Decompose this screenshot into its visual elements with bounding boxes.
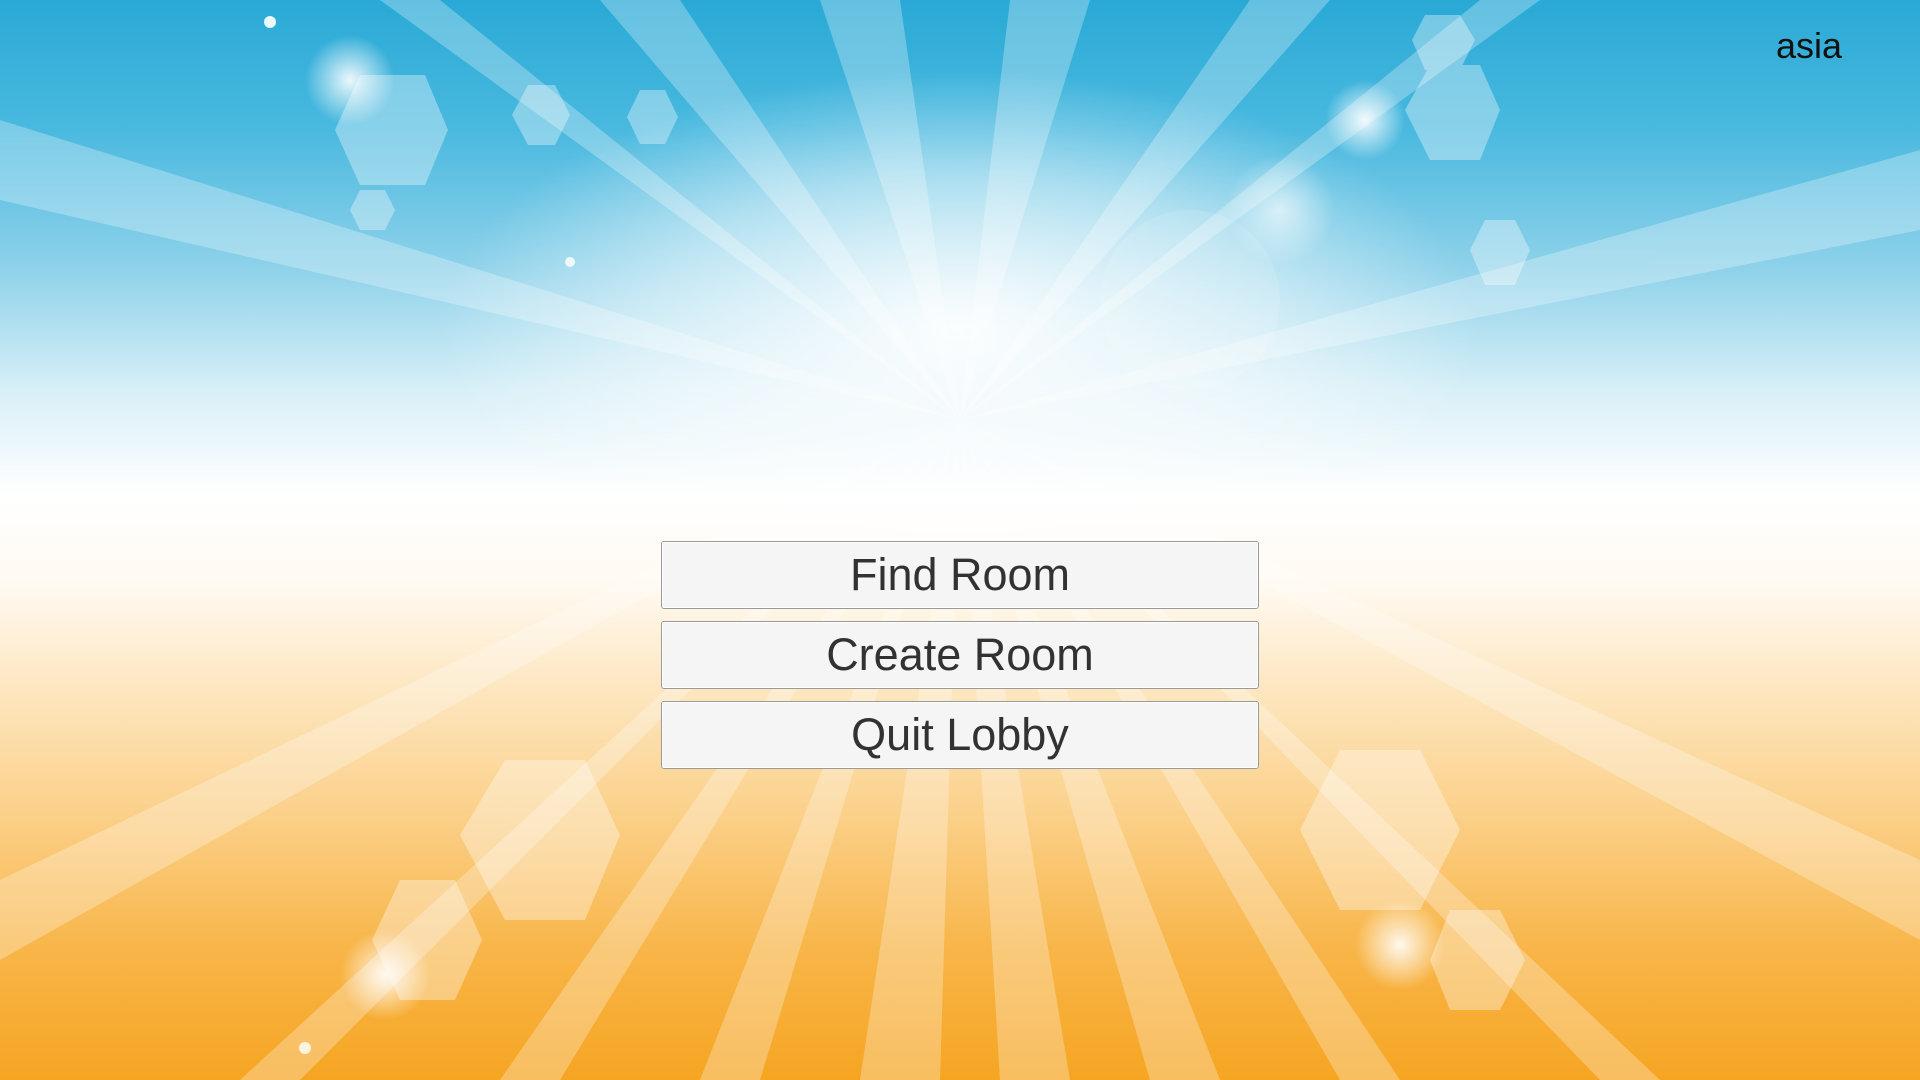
create-room-label: Create Room: [826, 629, 1094, 680]
create-room-button[interactable]: Create Room: [661, 621, 1259, 689]
region-label: asia: [1775, 25, 1842, 66]
quit-lobby-button[interactable]: Quit Lobby: [661, 701, 1259, 769]
find-room-button[interactable]: Find Room: [661, 541, 1259, 609]
lobby-menu: Find Room Create Room Quit Lobby: [661, 541, 1259, 769]
bokeh-hexagons: [335, 15, 1530, 1010]
find-room-label: Find Room: [849, 549, 1071, 600]
lens-flares: [264, 16, 1445, 1054]
quit-lobby-label: Quit Lobby: [851, 709, 1069, 760]
light-rays: [0, 0, 1920, 1080]
sunburst-background: [0, 0, 1920, 1080]
